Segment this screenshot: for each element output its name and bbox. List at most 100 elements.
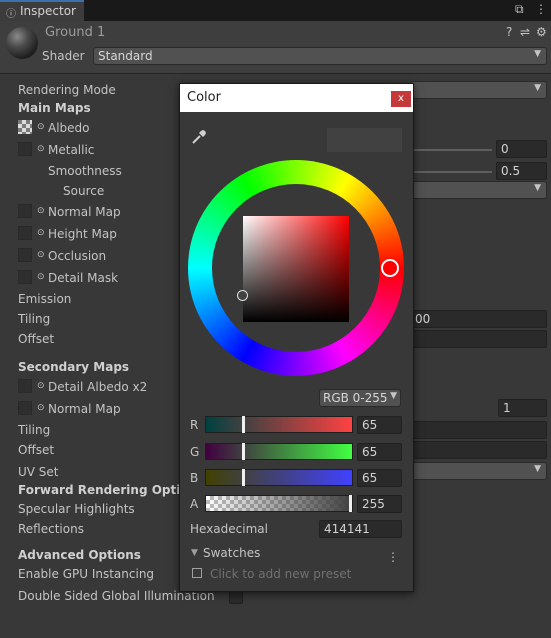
close-button[interactable]: x — [391, 91, 411, 107]
object-picker-icon[interactable]: ⊙ — [37, 250, 45, 260]
smoothness-label: Smoothness — [48, 164, 122, 178]
emission-label: Emission — [18, 292, 72, 306]
metallic-slider[interactable] — [412, 149, 492, 151]
window-menu-icon[interactable]: ⋮ — [535, 2, 547, 16]
hue-handle[interactable] — [381, 259, 399, 277]
chevron-down-icon: ▼ — [390, 391, 397, 401]
green-value-field[interactable]: 65 — [357, 443, 402, 461]
chevron-down-icon: ▼ — [534, 183, 541, 193]
hexadecimal-label: Hexadecimal — [190, 522, 268, 536]
shader-value: Standard — [98, 49, 153, 63]
detail-albedo-texture-slot[interactable] — [18, 379, 32, 393]
saturation-value-handle[interactable] — [237, 290, 248, 301]
occlusion-texture-slot[interactable] — [18, 248, 32, 262]
chevron-down-icon: ▼ — [534, 49, 541, 59]
info-icon: ⓘ — [6, 9, 16, 20]
height-map-label: Height Map — [48, 227, 117, 241]
smoothness-slider[interactable] — [412, 171, 492, 173]
lock-icon[interactable]: ⧉ — [515, 2, 524, 17]
green-slider-handle[interactable] — [242, 443, 245, 460]
tab-inspector[interactable]: ⓘ Inspector — [0, 0, 84, 21]
reflections-label: Reflections — [18, 522, 84, 536]
normal-map-label: Normal Map — [48, 205, 121, 219]
color-mode-dropdown[interactable]: RGB 0-255 ▼ — [319, 389, 401, 407]
chevron-down-icon: ▼ — [534, 83, 541, 93]
blue-slider[interactable] — [205, 469, 353, 486]
secondary-offset-field[interactable] — [410, 441, 547, 459]
normal-scale-field[interactable]: 1 — [498, 399, 547, 417]
swatches-label[interactable]: Swatches — [203, 546, 260, 560]
color-picker-titlebar[interactable]: Color x — [180, 84, 413, 112]
double-sided-gi-checkbox[interactable] — [229, 590, 243, 604]
alpha-slider-handle[interactable] — [349, 495, 352, 512]
material-name: Ground 1 — [45, 25, 106, 40]
secondary-maps-heading: Secondary Maps — [18, 360, 130, 374]
object-picker-icon[interactable]: ⊙ — [37, 381, 45, 391]
green-slider[interactable] — [205, 443, 353, 460]
current-color-preview — [327, 128, 402, 152]
offset-field[interactable] — [410, 330, 547, 348]
object-picker-icon[interactable]: ⊙ — [37, 206, 45, 216]
advanced-options-heading: Advanced Options — [18, 548, 141, 562]
color-mode-value: RGB 0-255 — [323, 391, 388, 405]
main-maps-heading: Main Maps — [18, 101, 91, 115]
blue-value-field[interactable]: 65 — [357, 469, 402, 487]
metallic-value-field[interactable]: 0 — [496, 140, 547, 158]
presets-icon[interactable]: ⇌ — [520, 25, 530, 39]
smoothness-value-field[interactable]: 0.5 — [496, 162, 547, 180]
detail-albedo-label: Detail Albedo x2 — [48, 380, 148, 394]
material-preview-icon — [6, 27, 38, 59]
uv-set-dropdown[interactable]: ▼ — [410, 462, 547, 480]
blue-channel-label: B — [190, 471, 199, 485]
hexadecimal-field[interactable]: 414141 — [319, 520, 402, 538]
metallic-texture-slot[interactable] — [18, 142, 32, 156]
rendering-mode-dropdown[interactable]: ▼ — [410, 81, 547, 99]
secondary-normal-map-texture-slot[interactable] — [18, 401, 32, 415]
alpha-slider[interactable] — [205, 495, 353, 512]
green-channel-label: G — [190, 445, 200, 459]
object-picker-icon[interactable]: ⊙ — [37, 144, 45, 154]
alpha-value-field[interactable]: 255 — [357, 495, 402, 513]
eyedropper-icon[interactable] — [190, 128, 208, 146]
detail-mask-texture-slot[interactable] — [18, 270, 32, 284]
gpu-instancing-label: Enable GPU Instancing — [18, 567, 155, 581]
add-preset-hint[interactable]: Click to add new preset — [210, 567, 351, 581]
normal-map-texture-slot[interactable] — [18, 204, 32, 218]
color-picker-title: Color — [187, 90, 221, 105]
height-map-texture-slot[interactable] — [18, 226, 32, 240]
metallic-label: Metallic — [48, 143, 95, 157]
saturation-value-square[interactable] — [243, 216, 349, 322]
tiling-label: Tiling — [18, 312, 51, 326]
specular-highlights-label: Specular Highlights — [18, 502, 135, 516]
albedo-texture-slot[interactable] — [18, 120, 32, 134]
red-slider[interactable] — [205, 416, 353, 433]
uv-set-label: UV Set — [18, 465, 59, 479]
tab-inspector-label: Inspector — [20, 4, 76, 18]
rendering-mode-label: Rendering Mode — [18, 83, 116, 97]
secondary-normal-map-label: Normal Map — [48, 402, 121, 416]
object-picker-icon[interactable]: ⊙ — [37, 228, 45, 238]
alpha-channel-label: A — [190, 497, 199, 511]
swatches-menu-icon[interactable]: ⋮ — [387, 550, 399, 564]
shader-dropdown[interactable]: Standard ▼ — [93, 47, 547, 65]
object-picker-icon[interactable]: ⊙ — [37, 403, 45, 413]
blue-slider-handle[interactable] — [242, 469, 245, 486]
detail-mask-label: Detail Mask — [48, 271, 119, 285]
secondary-tiling-label: Tiling — [18, 423, 51, 437]
offset-label: Offset — [18, 332, 55, 346]
swatches-foldout-icon[interactable]: ▼ — [191, 548, 198, 558]
preset-library-icon[interactable] — [192, 568, 202, 578]
secondary-offset-label: Offset — [18, 443, 55, 457]
source-label: Source — [63, 184, 105, 198]
red-value-field[interactable]: 65 — [357, 416, 402, 434]
tiling-field[interactable]: 00 — [410, 310, 547, 328]
alpha-gradient — [206, 496, 352, 511]
help-icon[interactable]: ? — [506, 25, 512, 39]
object-picker-icon[interactable]: ⊙ — [37, 272, 45, 282]
source-dropdown[interactable]: ▼ — [410, 181, 547, 199]
object-picker-icon[interactable]: ⊙ — [37, 122, 45, 132]
secondary-tiling-field[interactable] — [410, 421, 547, 439]
chevron-down-icon: ▼ — [534, 464, 541, 474]
settings-icon[interactable]: ⚙ — [536, 25, 547, 39]
red-slider-handle[interactable] — [242, 416, 245, 433]
